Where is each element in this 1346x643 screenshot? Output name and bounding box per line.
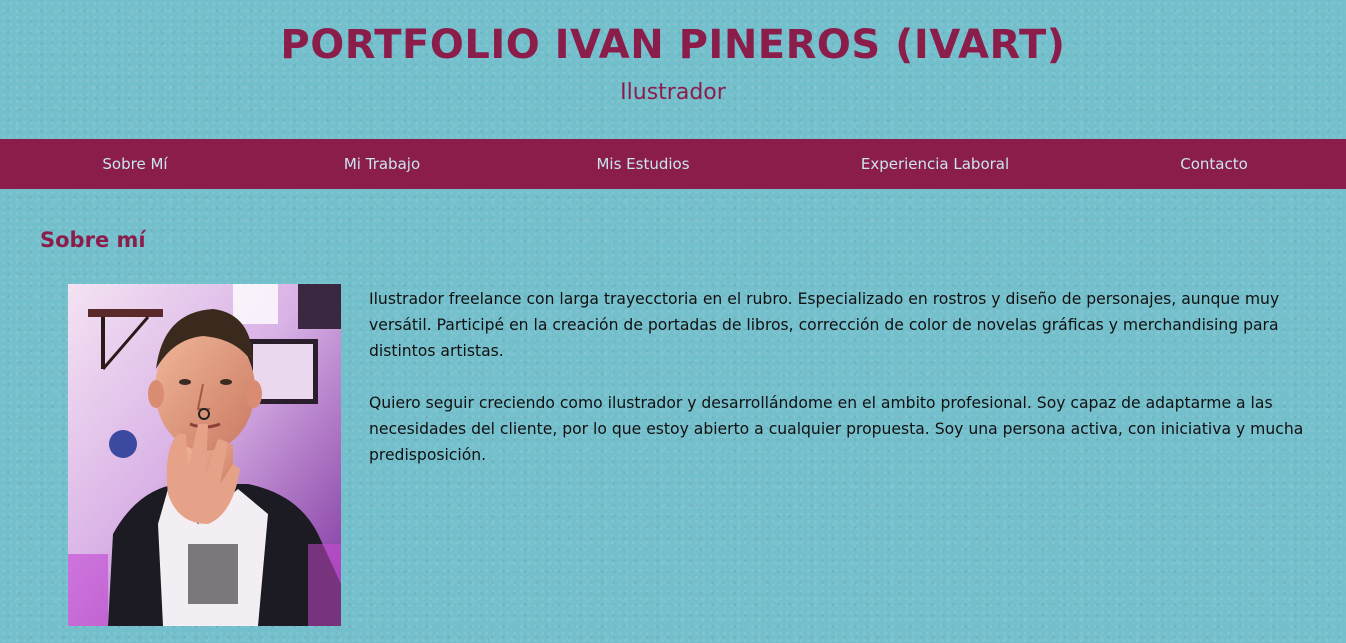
nav-item-mis-estudios[interactable]: Mis Estudios	[596, 139, 689, 189]
section-title-about: Sobre mí	[40, 228, 146, 252]
nav-item-sobre-mi[interactable]: Sobre Mí	[102, 139, 167, 189]
site-header: PORTFOLIO IVAN PINEROS (IVART) Ilustrado…	[0, 0, 1346, 139]
site-subtitle: Ilustrador	[620, 80, 726, 105]
about-text: Ilustrador freelance con larga trayeccto…	[369, 286, 1314, 494]
profile-photo	[68, 284, 341, 626]
main-nav: Sobre Mí Mi Trabajo Mis Estudios Experie…	[0, 139, 1346, 189]
nav-item-experiencia-laboral[interactable]: Experiencia Laboral	[861, 139, 1009, 189]
about-paragraph-2: Quiero seguir creciendo como ilustrador …	[369, 394, 1304, 464]
nav-item-contacto[interactable]: Contacto	[1180, 139, 1248, 189]
nav-item-mi-trabajo[interactable]: Mi Trabajo	[344, 139, 420, 189]
about-paragraph-1: Ilustrador freelance con larga trayeccto…	[369, 290, 1280, 360]
profile-photo-illustration	[68, 284, 341, 626]
site-title: PORTFOLIO IVAN PINEROS (IVART)	[280, 22, 1066, 68]
